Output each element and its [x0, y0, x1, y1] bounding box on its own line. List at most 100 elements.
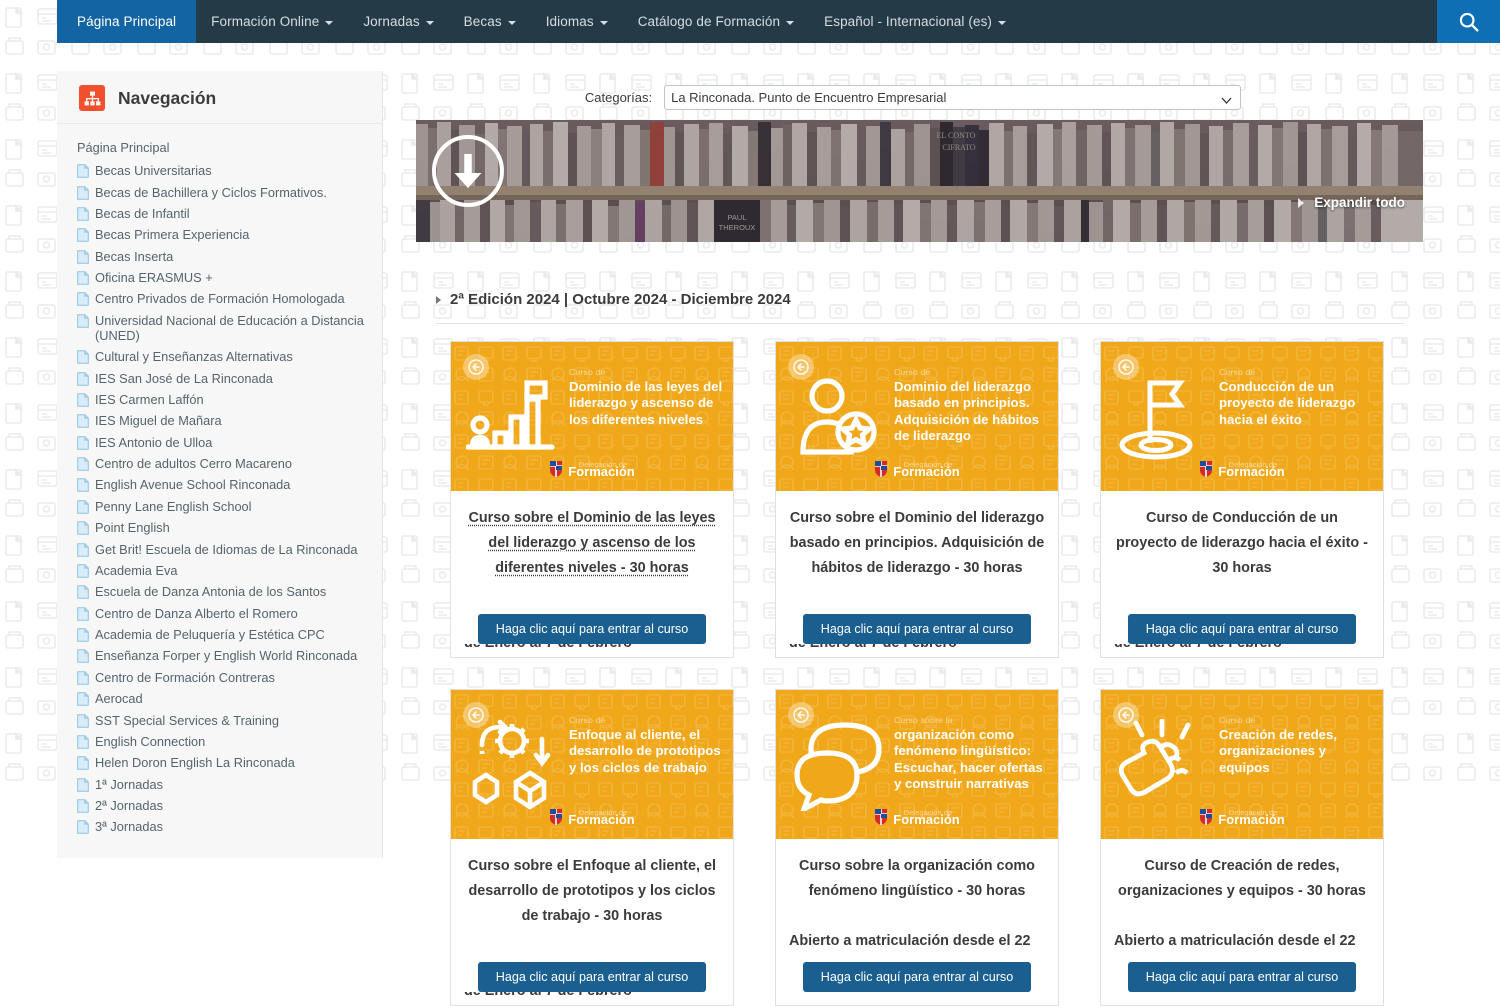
- course-card-title[interactable]: Curso sobre el Dominio de las leyes del …: [464, 506, 720, 581]
- chevron-down-icon: [998, 21, 1006, 25]
- sidebar-item-label: Point English: [95, 520, 170, 535]
- handshake-icon: [1115, 716, 1213, 814]
- sidebar-item-14[interactable]: English Avenue School Rinconada: [77, 474, 382, 495]
- sidebar-item-3[interactable]: Becas Primera Experiencia: [77, 224, 382, 245]
- course-card[interactable]: Curso de Conducción de un proyecto de lid…: [1100, 341, 1384, 658]
- sidebar-item-7[interactable]: Universidad Nacional de Educación a Dist…: [77, 310, 382, 346]
- sidebar-item-19[interactable]: Escuela de Danza Antonia de los Santos: [77, 581, 382, 602]
- sidebar-item-4[interactable]: Becas Inserta: [77, 246, 382, 267]
- course-card-title[interactable]: Curso sobre el Dominio del liderazgo bas…: [789, 506, 1045, 581]
- sidebar-item-23[interactable]: Centro de Formación Contreras: [77, 667, 382, 688]
- enter-course-button[interactable]: Haga clic aquí para entrar al curso: [803, 614, 1032, 644]
- course-card-kicker: Curso de: [1219, 715, 1375, 726]
- course-card-title[interactable]: Curso de Creación de redes, organizacion…: [1114, 854, 1370, 904]
- navbar-item-4[interactable]: Idiomas: [531, 0, 623, 43]
- crest-icon: [1199, 460, 1213, 482]
- categories-select[interactable]: La Rinconada. Punto de Encuentro Empresa…: [664, 85, 1241, 110]
- navbar-item-0[interactable]: Página Principal: [57, 0, 196, 43]
- course-card-brand: Formación: [451, 808, 733, 830]
- course-card-body: Curso de Creación de redes, organizacion…: [1101, 839, 1383, 1005]
- sidebar-item-17[interactable]: Get Brit! Escuela de Idiomas de La Rinco…: [77, 538, 382, 559]
- sidebar-item-label: Get Brit! Escuela de Idiomas de La Rinco…: [95, 542, 358, 557]
- enter-course-button[interactable]: Haga clic aquí para entrar al curso: [478, 962, 707, 992]
- sidebar-item-2[interactable]: Becas de Infantil: [77, 203, 382, 224]
- sidebar-item-label: Centro Privados de Formación Homologada: [95, 291, 345, 306]
- course-card-title[interactable]: Curso de Conducción de un proyecto de li…: [1114, 506, 1370, 581]
- sidebar-item-11[interactable]: IES Miguel de Mañara: [77, 410, 382, 431]
- enter-course-button[interactable]: Haga clic aquí para entrar al curso: [1128, 614, 1357, 644]
- course-card-image-text: Curso sobre la organización como fenómeno…: [894, 715, 1050, 793]
- edition-section-header[interactable]: 2ª Edición 2024 | Octubre 2024 - Diciemb…: [436, 291, 1404, 324]
- sidebar-item-24[interactable]: Aerocad: [77, 688, 382, 709]
- document-icon: [77, 350, 89, 364]
- course-card[interactable]: Curso de Dominio del liderazgo basado en …: [775, 341, 1059, 658]
- sidebar-item-27[interactable]: Helen Doron English La Rinconada: [77, 752, 382, 773]
- sidebar-item-label: Centro de adultos Cerro Macareno: [95, 456, 292, 471]
- navbar-item-2[interactable]: Jornadas: [348, 0, 448, 43]
- sidebar-item-5[interactable]: Oficina ERASMUS +: [77, 267, 382, 288]
- expand-all-label: Expandir todo: [1314, 195, 1405, 210]
- sidebar-item-25[interactable]: SST Special Services & Training: [77, 709, 382, 730]
- enter-course-button[interactable]: Haga clic aquí para entrar al curso: [478, 614, 707, 644]
- sidebar-item-pagina-principal[interactable]: Página Principal: [77, 138, 382, 160]
- crest-icon: [874, 460, 888, 482]
- document-icon: [77, 585, 89, 599]
- course-card[interactable]: Curso sobre la organización como fenómeno…: [775, 689, 1059, 1006]
- course-card-brand: Formación: [451, 460, 733, 482]
- sidebar-item-label: SST Special Services & Training: [95, 713, 279, 728]
- sidebar-item-15[interactable]: Penny Lane English School: [77, 496, 382, 517]
- course-card-title[interactable]: Curso sobre la organización como fenómen…: [789, 854, 1045, 904]
- document-icon: [77, 607, 89, 621]
- sidebar-item-30[interactable]: 3ª Jornadas: [77, 816, 382, 837]
- course-card[interactable]: Curso de Dominio de las leyes del lideraz…: [450, 341, 734, 658]
- sidebar-item-12[interactable]: IES Antonio de Ulloa: [77, 432, 382, 453]
- sidebar-item-6[interactable]: Centro Privados de Formación Homologada: [77, 288, 382, 309]
- sidebar-item-13[interactable]: Centro de adultos Cerro Macareno: [77, 453, 382, 474]
- document-icon: [77, 414, 89, 428]
- sidebar-item-21[interactable]: Academia de Peluquería y Estética CPC: [77, 624, 382, 645]
- crest-icon: [874, 460, 888, 477]
- categories-select-wrapper: La Rinconada. Punto de Encuentro Empresa…: [664, 85, 1241, 110]
- sidebar-item-28[interactable]: 1ª Jornadas: [77, 774, 382, 795]
- expand-all-toggle[interactable]: Expandir todo: [1298, 195, 1405, 210]
- sidebar-item-1[interactable]: Becas de Bachillera y Ciclos Formativos.: [77, 181, 382, 202]
- navbar-item-5[interactable]: Catálogo de Formación: [623, 0, 809, 43]
- enter-course-button[interactable]: Haga clic aquí para entrar al curso: [1128, 962, 1357, 992]
- sidebar-item-20[interactable]: Centro de Danza Alberto el Romero: [77, 603, 382, 624]
- sidebar-item-0[interactable]: Becas Universitarias: [77, 160, 382, 181]
- course-card[interactable]: Curso de Creación de redes, organizacione…: [1100, 689, 1384, 1006]
- sidebar-item-26[interactable]: English Connection: [77, 731, 382, 752]
- sidebar-item-label: IES Miguel de Mañara: [95, 413, 222, 428]
- navbar-item-1[interactable]: Formación Online: [196, 0, 348, 43]
- navbar-item-6[interactable]: Español - Internacional (es): [809, 0, 1021, 43]
- sidebar-item-8[interactable]: Cultural y Enseñanzas Alternativas: [77, 346, 382, 367]
- sidebar-item-29[interactable]: 2ª Jornadas: [77, 795, 382, 816]
- navbar-item-label: Español - Internacional (es): [824, 14, 992, 29]
- enter-course-button[interactable]: Haga clic aquí para entrar al curso: [803, 962, 1032, 992]
- course-card-brand: Formación: [776, 808, 1058, 830]
- arrow-down-circle-icon[interactable]: [432, 135, 504, 207]
- course-card[interactable]: Curso de Enfoque al cliente, el desarroll…: [450, 689, 734, 1006]
- navbar-item-label: Formación Online: [211, 14, 319, 29]
- search-icon: [1458, 11, 1480, 33]
- document-icon: [77, 250, 89, 264]
- course-card-brand-name: Formación: [1218, 464, 1284, 479]
- course-card-body: Curso sobre el Dominio de las leyes del …: [451, 491, 733, 657]
- document-icon: [77, 186, 89, 200]
- sidebar-item-22[interactable]: Enseñanza Forper y English World Rincona…: [77, 645, 382, 666]
- search-button[interactable]: [1437, 0, 1500, 43]
- sidebar-item-16[interactable]: Point English: [77, 517, 382, 538]
- sidebar-header: Navegación: [57, 71, 382, 124]
- course-card-title[interactable]: Curso sobre el Enfoque al cliente, el de…: [464, 854, 720, 929]
- sidebar-item-18[interactable]: Academia Eva: [77, 560, 382, 581]
- crest-icon: [549, 460, 563, 482]
- categories-label: Categorías:: [585, 90, 652, 105]
- sidebar-item-9[interactable]: IES San José de La Rinconada: [77, 367, 382, 388]
- course-card-kicker: Curso de: [569, 367, 725, 378]
- course-card-kicker: Curso de: [1219, 367, 1375, 378]
- navbar-item-3[interactable]: Becas: [449, 0, 531, 43]
- sidebar-item-10[interactable]: IES Carmen Laffón: [77, 389, 382, 410]
- document-icon: [77, 292, 89, 306]
- sidebar-item-label: 3ª Jornadas: [95, 819, 163, 834]
- course-card-brand-name: Formación: [893, 812, 959, 827]
